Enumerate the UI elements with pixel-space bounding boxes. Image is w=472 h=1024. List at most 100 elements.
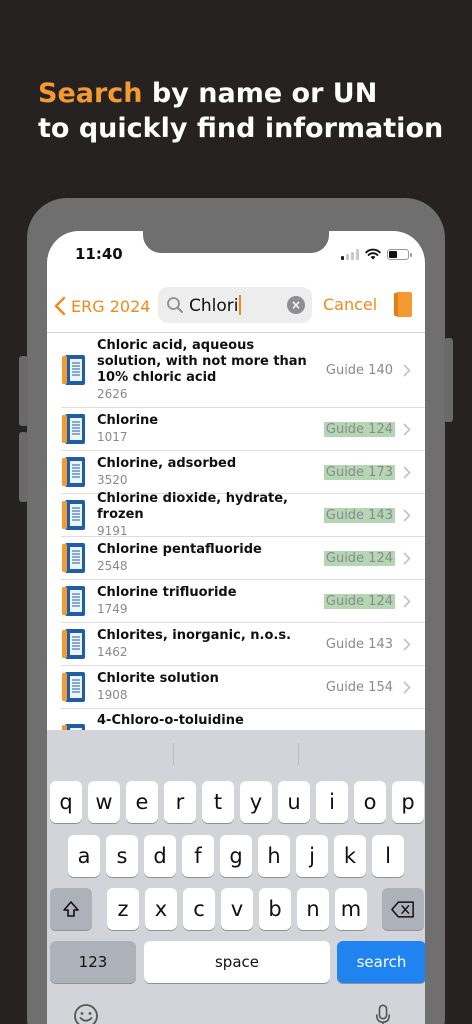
volume-down-button bbox=[19, 432, 28, 502]
search-field[interactable]: Chlori × bbox=[158, 287, 312, 323]
result-un-number: 1908 bbox=[97, 688, 128, 702]
guide-book-icon bbox=[62, 355, 85, 385]
result-text: Chlorine 1017 bbox=[97, 413, 315, 445]
result-guide: Guide 143 bbox=[323, 507, 395, 523]
key-q[interactable]: q bbox=[50, 781, 82, 823]
chevron-right-icon bbox=[403, 595, 411, 607]
key-w[interactable]: w bbox=[88, 781, 120, 823]
result-guide: Guide 124 bbox=[323, 421, 395, 437]
key-g[interactable]: g bbox=[220, 835, 252, 877]
key-d[interactable]: d bbox=[144, 835, 176, 877]
cellular-signal-icon bbox=[341, 248, 359, 260]
headline-line2: to quickly find information bbox=[38, 113, 444, 144]
book-icon[interactable] bbox=[393, 291, 413, 318]
phone-screen: 11:40 ERG 2024 Chlori × Cancel Chloric a… bbox=[47, 231, 425, 1024]
headline-rest: by name or UN bbox=[142, 78, 378, 109]
key-j[interactable]: j bbox=[296, 835, 328, 877]
result-text: Chlorine, adsorbed 3520 bbox=[97, 456, 315, 488]
key-p[interactable]: p bbox=[392, 781, 424, 823]
keyboard-row-3: zxcvbnm bbox=[50, 888, 424, 930]
chevron-right-icon bbox=[403, 681, 411, 693]
result-name: Chlorites, inorganic, n.o.s. bbox=[97, 628, 292, 643]
key-s[interactable]: s bbox=[106, 835, 138, 877]
chevron-right-icon bbox=[403, 638, 411, 650]
result-un-number: 1017 bbox=[97, 430, 128, 444]
chevron-right-icon bbox=[403, 364, 411, 376]
key-y[interactable]: y bbox=[240, 781, 272, 823]
key-u[interactable]: u bbox=[278, 781, 310, 823]
keyboard-row-2: asdfghjkl bbox=[68, 835, 404, 877]
search-query: Chlori bbox=[189, 294, 242, 316]
numbers-key[interactable]: 123 bbox=[50, 941, 136, 983]
result-row[interactable]: Chlorine, adsorbed 3520 Guide 173 bbox=[61, 451, 425, 494]
back-button[interactable]: ERG 2024 bbox=[53, 296, 157, 316]
navigation-bar: ERG 2024 Chlori × Cancel bbox=[47, 286, 425, 326]
result-text: Chlorite solution 1908 bbox=[97, 671, 315, 703]
key-m[interactable]: m bbox=[335, 888, 367, 930]
key-b[interactable]: b bbox=[259, 888, 291, 930]
wifi-icon bbox=[365, 248, 381, 260]
key-h[interactable]: h bbox=[258, 835, 290, 877]
guide-book-icon bbox=[62, 414, 85, 444]
result-un-number: 1749 bbox=[97, 602, 128, 616]
key-x[interactable]: x bbox=[145, 888, 177, 930]
key-k[interactable]: k bbox=[334, 835, 366, 877]
key-a[interactable]: a bbox=[68, 835, 100, 877]
clear-search-icon[interactable]: × bbox=[287, 296, 305, 314]
volume-up-button bbox=[19, 356, 28, 426]
search-key[interactable]: search bbox=[337, 941, 425, 983]
result-row[interactable]: Chlorine 1017 Guide 124 bbox=[61, 408, 425, 451]
key-r[interactable]: r bbox=[164, 781, 196, 823]
key-v[interactable]: v bbox=[221, 888, 253, 930]
text-caret bbox=[239, 294, 242, 315]
result-text: Chlorites, inorganic, n.o.s. 1462 bbox=[97, 628, 315, 660]
result-text: Chlorine pentafluoride 2548 bbox=[97, 542, 315, 574]
guide-book-icon bbox=[62, 500, 85, 530]
result-name: Chloric acid, aqueous solution, with not… bbox=[97, 338, 307, 385]
result-row[interactable]: Chlorine trifluoride 1749 Guide 124 bbox=[61, 580, 425, 623]
key-l[interactable]: l bbox=[372, 835, 404, 877]
guide-book-icon bbox=[62, 457, 85, 487]
status-time: 11:40 bbox=[75, 245, 123, 263]
shift-key[interactable] bbox=[50, 888, 92, 930]
key-c[interactable]: c bbox=[183, 888, 215, 930]
result-guide: Guide 124 bbox=[323, 593, 395, 609]
microphone-icon[interactable] bbox=[375, 1004, 391, 1024]
space-key[interactable]: space bbox=[144, 941, 330, 983]
guide-book-icon bbox=[62, 543, 85, 573]
key-f[interactable]: f bbox=[182, 835, 214, 877]
key-z[interactable]: z bbox=[107, 888, 139, 930]
cancel-button[interactable]: Cancel bbox=[323, 295, 377, 314]
result-guide: Guide 173 bbox=[323, 464, 395, 480]
headline-accent: Search bbox=[38, 78, 143, 109]
guide-book-icon bbox=[62, 629, 85, 659]
result-name: Chlorine pentafluoride bbox=[97, 542, 262, 557]
result-text: Chloric acid, aqueous solution, with not… bbox=[97, 338, 315, 402]
result-row[interactable]: Chlorine pentafluoride 2548 Guide 124 bbox=[61, 537, 425, 580]
back-label: ERG 2024 bbox=[71, 296, 151, 316]
chevron-right-icon bbox=[403, 423, 411, 435]
keyboard-row-4: 123 space search bbox=[50, 941, 425, 983]
result-un-number: 3520 bbox=[97, 473, 128, 487]
key-n[interactable]: n bbox=[297, 888, 329, 930]
key-o[interactable]: o bbox=[354, 781, 386, 823]
keyboard-bottom-bar bbox=[47, 1003, 425, 1024]
result-name: Chlorite solution bbox=[97, 671, 219, 686]
notch bbox=[143, 231, 329, 253]
key-e[interactable]: e bbox=[126, 781, 158, 823]
key-t[interactable]: t bbox=[202, 781, 234, 823]
delete-key[interactable] bbox=[382, 888, 424, 930]
power-button bbox=[444, 338, 453, 422]
result-guide: Guide 124 bbox=[323, 550, 395, 566]
guide-book-icon bbox=[62, 672, 85, 702]
results-list[interactable]: Chloric acid, aqueous solution, with not… bbox=[47, 332, 425, 754]
keyboard: qwertyuiop asdfghjkl zxcvbnm 123 space s… bbox=[47, 730, 425, 1024]
result-row[interactable]: Chlorite solution 1908 Guide 154 bbox=[61, 666, 425, 709]
backspace-icon bbox=[391, 900, 414, 918]
emoji-icon[interactable] bbox=[73, 1003, 99, 1024]
key-i[interactable]: i bbox=[316, 781, 348, 823]
result-row[interactable]: Chlorine dioxide, hydrate, frozen 9191 Gui… bbox=[61, 491, 425, 538]
result-row[interactable]: Chlorites, inorganic, n.o.s. 1462 Guide 14… bbox=[61, 623, 425, 666]
search-query-text: Chlori bbox=[189, 295, 239, 316]
result-row[interactable]: Chloric acid, aqueous solution, with not… bbox=[61, 333, 425, 408]
